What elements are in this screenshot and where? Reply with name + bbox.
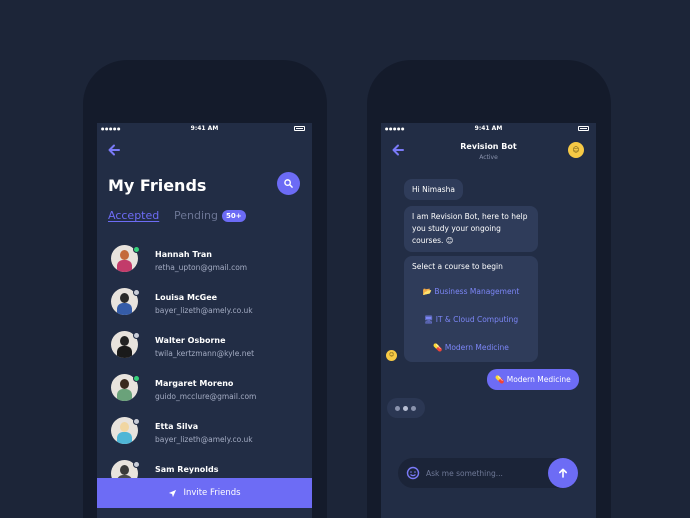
friend-row[interactable]: Louisa McGee bayer_lizeth@amely.co.uk (97, 288, 312, 328)
status-time: 9:41 AM (190, 125, 219, 132)
bot-message-greeting: Hi Nimasha (404, 179, 463, 200)
typing-dot (411, 406, 416, 411)
friend-name: Margaret Moreno (155, 379, 234, 388)
avatar-body (117, 432, 132, 444)
course-option-medicine[interactable]: 💊 Modern Medicine (404, 343, 538, 352)
presence-indicator (133, 375, 140, 382)
battery-icon (294, 126, 305, 131)
friend-email: retha_upton@gmail.com (155, 263, 248, 272)
friend-email: guido_mcclure@gmail.com (155, 392, 257, 401)
tab-accepted[interactable]: Accepted (108, 209, 159, 222)
typing-dot (395, 406, 400, 411)
back-arrow-icon[interactable] (107, 143, 121, 157)
typing-dot (403, 406, 408, 411)
friend-name: Hannah Tran (155, 250, 212, 259)
bot-status: Active (479, 154, 498, 161)
status-bar: ●●●●● 9:41 AM (381, 123, 596, 135)
status-bar: ●●●●● 9:41 AM (97, 123, 312, 135)
avatar-head (120, 422, 129, 432)
typing-indicator (387, 398, 425, 418)
folder-icon: 📂 (422, 287, 433, 296)
friend-row[interactable]: Hannah Tran retha_upton@gmail.com (97, 245, 312, 285)
friend-row[interactable]: Walter Osborne twila_kertzmann@kyle.net (97, 331, 312, 371)
avatar-body (117, 346, 132, 358)
bot-message-intro: I am Revision Bot, here to help you stud… (404, 206, 538, 252)
avatar-head (120, 250, 129, 260)
arrow-up-icon (559, 468, 567, 478)
avatar-head (120, 293, 129, 303)
monitor-icon: 🖥 (423, 315, 434, 324)
course-option-business[interactable]: 📂 Business Management (404, 287, 538, 296)
user-message: 💊 Modern Medicine (487, 369, 579, 390)
bot-phone: ●●●●● 9:41 AM Revision Bot Active ☺ Hi N… (367, 60, 611, 518)
friend-email: bayer_lizeth@amely.co.uk (155, 306, 253, 315)
friend-name: Louisa McGee (155, 293, 218, 302)
search-button[interactable] (277, 172, 300, 195)
friends-phone: ●●●●● 9:41 AM My Friends Accepted Pendin… (83, 60, 327, 518)
friend-email: twila_kertzmann@kyle.net (155, 349, 255, 358)
presence-indicator (133, 461, 140, 468)
avatar-body (117, 389, 132, 401)
friend-row[interactable]: Etta Silva bayer_lizeth@amely.co.uk (97, 417, 312, 457)
avatar-head (120, 465, 129, 475)
status-time: 9:41 AM (474, 125, 503, 132)
bot-title: Revision Bot (460, 142, 517, 151)
avatar-head (120, 336, 129, 346)
message-input[interactable] (426, 466, 536, 480)
avatar-head (120, 379, 129, 389)
avatar-body (117, 260, 132, 272)
friend-email: bayer_lizeth@amely.co.uk (155, 435, 253, 444)
presence-indicator (133, 246, 140, 253)
friend-row[interactable]: Margaret Moreno guido_mcclure@gmail.com (97, 374, 312, 414)
invite-friends-label: Invite Friends (183, 488, 241, 498)
course-selector: Select a course to begin 📂 Business Mana… (404, 256, 538, 362)
bot-avatar-icon[interactable]: ☺ (568, 142, 584, 158)
friend-name: Walter Osborne (155, 336, 226, 345)
friend-name: Etta Silva (155, 422, 199, 431)
tab-pending[interactable]: Pending (174, 209, 218, 222)
course-prompt: Select a course to begin (412, 262, 503, 271)
invite-friends-button[interactable]: Invite Friends (97, 478, 312, 508)
send-button[interactable] (548, 458, 578, 488)
pending-count-badge: 50+ (222, 210, 246, 222)
page-title: My Friends (108, 176, 207, 195)
send-plane-icon (169, 489, 177, 497)
friend-name: Sam Reynolds (155, 465, 219, 474)
bot-avatar-small-icon: ☺ (386, 350, 397, 361)
pill-icon: 💊 (433, 343, 443, 352)
battery-icon (578, 126, 589, 131)
presence-indicator (133, 289, 140, 296)
friends-screen: ●●●●● 9:41 AM My Friends Accepted Pendin… (97, 123, 312, 518)
bot-screen: ●●●●● 9:41 AM Revision Bot Active ☺ Hi N… (381, 123, 596, 518)
course-option-it[interactable]: 🖥 IT & Cloud Computing (404, 315, 538, 324)
emoji-icon[interactable] (406, 466, 420, 480)
search-icon (284, 179, 293, 188)
avatar-body (117, 303, 132, 315)
presence-indicator (133, 332, 140, 339)
pill-icon: 💊 (495, 375, 505, 384)
presence-indicator (133, 418, 140, 425)
message-input-bar (398, 458, 578, 488)
